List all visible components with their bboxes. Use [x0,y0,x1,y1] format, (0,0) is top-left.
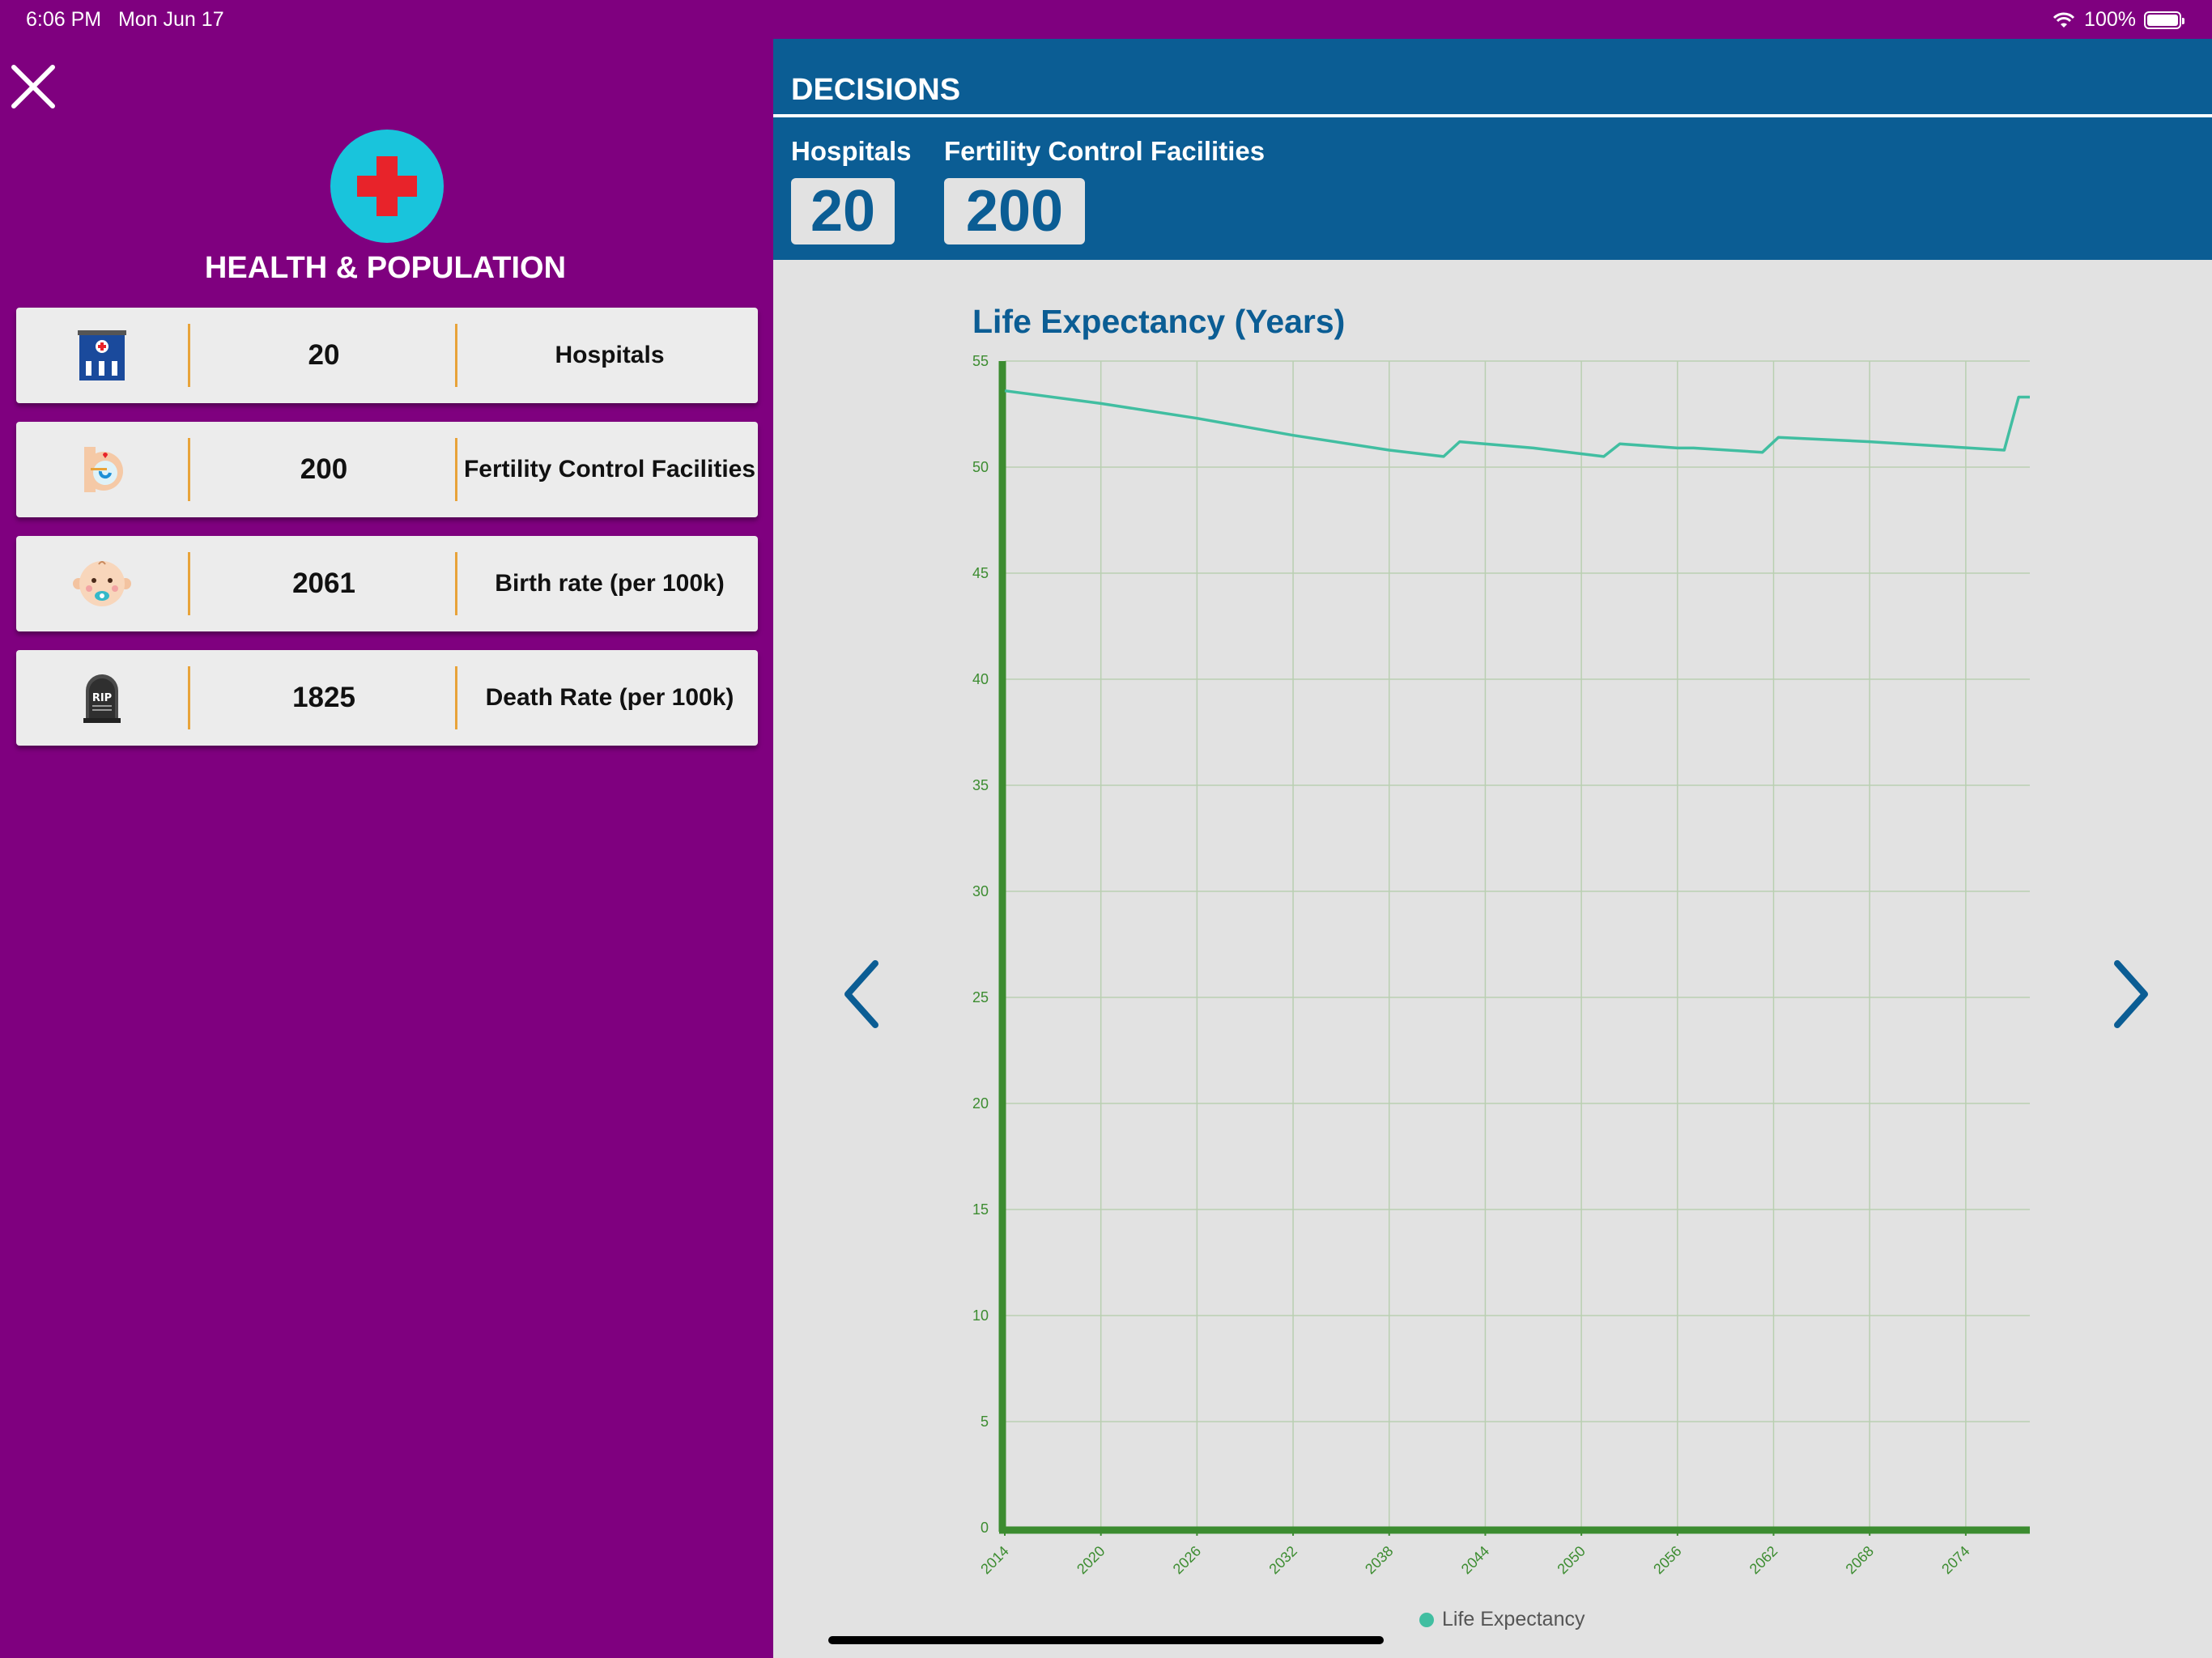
stat-value: 200 [300,453,348,485]
series-line-life-expectancy [1004,389,2030,458]
separator [455,552,457,615]
baby-face-icon [73,561,131,606]
stat-card-death-rate: RIP 1825 Death Rate (per 100k) [16,650,758,746]
wifi-icon [2052,12,2075,28]
previous-chart-button[interactable] [838,954,887,1035]
x-tick-label: 2068 [1843,1543,1877,1577]
hospital-building-icon [78,330,126,380]
x-tick-label: 2050 [1554,1543,1588,1577]
section-title: HEALTH & POPULATION [204,251,567,285]
x-tick-label: 2026 [1170,1543,1204,1577]
icon-cell [16,308,188,403]
home-indicator [828,1636,1384,1644]
separator [455,324,457,387]
health-logo [330,130,444,243]
stat-card-fertility: 200 Fertility Control Facilities [16,422,758,517]
close-icon [11,65,55,108]
y-tick-label: 40 [972,671,989,687]
status-date: Mon Jun 17 [117,8,224,31]
stat-card-hospitals: 20 Hospitals [16,308,758,403]
stat-card-birth-rate: 2061 Birth rate (per 100k) [16,536,758,631]
status-clock: 6:06 PM [26,8,102,31]
medical-cross-icon [357,156,417,216]
x-tick-label: 2020 [1074,1543,1108,1577]
x-tick-label: 2014 [977,1543,1011,1577]
chart-title: Life Expectancy (Years) [972,303,1346,340]
stat-value: 2061 [292,568,355,599]
stat-value: 20 [308,339,340,371]
close-button[interactable] [10,63,57,110]
legend-label: Life Expectancy [1442,1608,1585,1630]
icon-cell [16,422,188,517]
status-bar: 6:06 PM Mon Jun 17 100% [0,0,2212,39]
stat-label: Fertility Control Facilities [463,456,756,483]
x-tick-label: 2038 [1362,1543,1396,1577]
y-tick-label: 10 [972,1307,989,1324]
separator [455,438,457,501]
chart-legend: Life Expectancy [1419,1608,1585,1631]
y-tick-label: 25 [972,989,989,1005]
x-tick-label: 2074 [1938,1543,1972,1577]
y-tick-label: 20 [972,1095,989,1112]
stat-label: Death Rate (per 100k) [485,684,734,711]
x-tick-label: 2056 [1650,1543,1684,1577]
rip-tombstone-icon: RIP [83,674,121,723]
icon-cell: RIP [16,650,188,746]
stat-label: Hospitals [555,342,665,368]
life-expectancy-chart: 0 5 10 15 20 25 30 35 40 45 50 55 2014 2020 2026 2032 20… [972,353,2030,1577]
y-tick-label: 35 [972,777,989,793]
separator [455,666,457,729]
x-tick-label: 2044 [1458,1543,1492,1577]
chevron-left-icon [844,960,878,1028]
chart-panel: DECISIONS Hospitals 20 Fertility Control… [773,39,2212,1658]
stat-value: 1825 [292,682,355,713]
pregnant-belly-icon [84,447,123,492]
legend-swatch [1419,1612,1434,1627]
svg-text:RIP: RIP [92,692,112,704]
y-tick-label: 5 [981,1414,989,1430]
y-tick-label: 45 [972,565,989,581]
x-tick-label: 2032 [1266,1543,1300,1577]
battery-icon [2144,11,2184,29]
x-tick-label: 2062 [1746,1543,1780,1577]
y-tick-label: 55 [972,353,989,369]
y-tick-label: 30 [972,883,989,899]
battery-percent: 100% [2084,8,2136,31]
stat-label: Birth rate (per 100k) [495,570,725,597]
next-chart-button[interactable] [2106,954,2155,1035]
icon-cell [16,536,188,631]
chevron-right-icon [2114,960,2148,1028]
status-time: 6:06 PM Mon Jun 17 [26,8,224,32]
status-indicators: 100% [2052,8,2184,32]
y-tick-label: 50 [972,459,989,475]
y-tick-label: 15 [972,1201,989,1218]
y-tick-label: 0 [981,1520,989,1536]
